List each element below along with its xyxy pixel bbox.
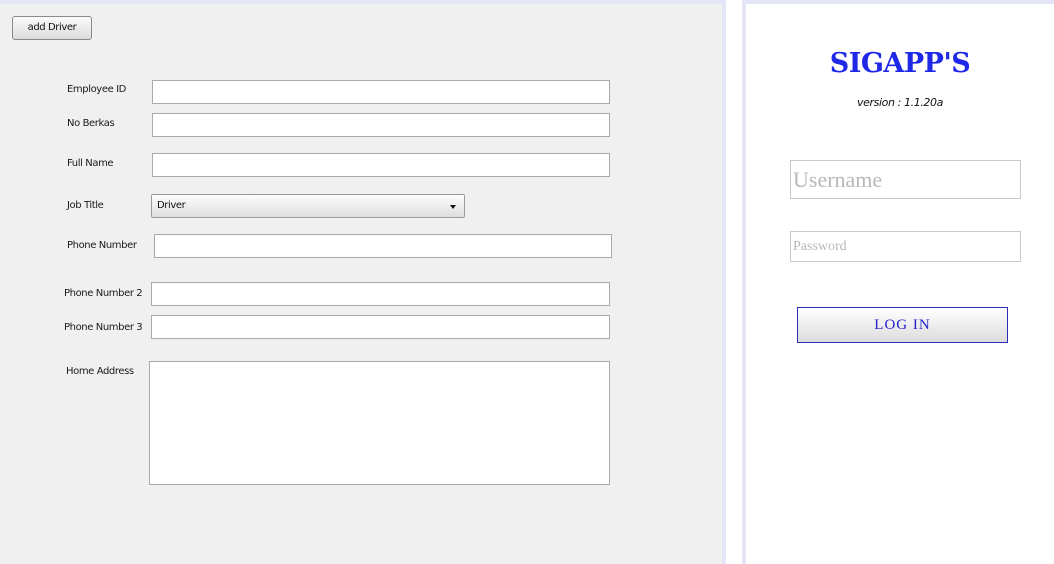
employee-id-label: Employee ID [67,84,126,95]
login-panel: SIGAPP'S version : 1.1.20a LOG IN [742,0,1054,564]
job-title-select[interactable]: Driver [151,194,465,218]
phone-number-2-label: Phone Number 2 [64,288,143,299]
home-address-label: Home Address [66,366,134,377]
full-name-field[interactable] [152,153,610,177]
job-title-selected-value: Driver [157,200,186,211]
phone-number-field[interactable] [154,234,612,258]
home-address-textarea[interactable] [149,361,610,485]
phone-number-label: Phone Number [67,240,137,251]
login-button[interactable]: LOG IN [797,307,1008,343]
no-berkas-label: No Berkas [67,118,115,129]
version-label: version : 1.1.20a [857,96,943,109]
phone-number-2-field[interactable] [151,282,610,306]
add-driver-button[interactable]: add Driver [12,16,92,40]
full-name-label: Full Name [67,158,114,169]
password-input[interactable] [790,231,1021,262]
add-driver-panel: add Driver Employee ID No Berkas Full Na… [0,0,726,564]
job-title-label: Job Title [67,200,104,211]
no-berkas-field[interactable] [152,113,610,137]
phone-number-3-field[interactable] [151,315,610,339]
employee-id-field[interactable] [152,80,610,104]
phone-number-3-label: Phone Number 3 [64,322,143,333]
app-title: SIGAPP'S [829,48,971,79]
chevron-down-icon [450,205,456,209]
username-input[interactable] [790,160,1021,199]
